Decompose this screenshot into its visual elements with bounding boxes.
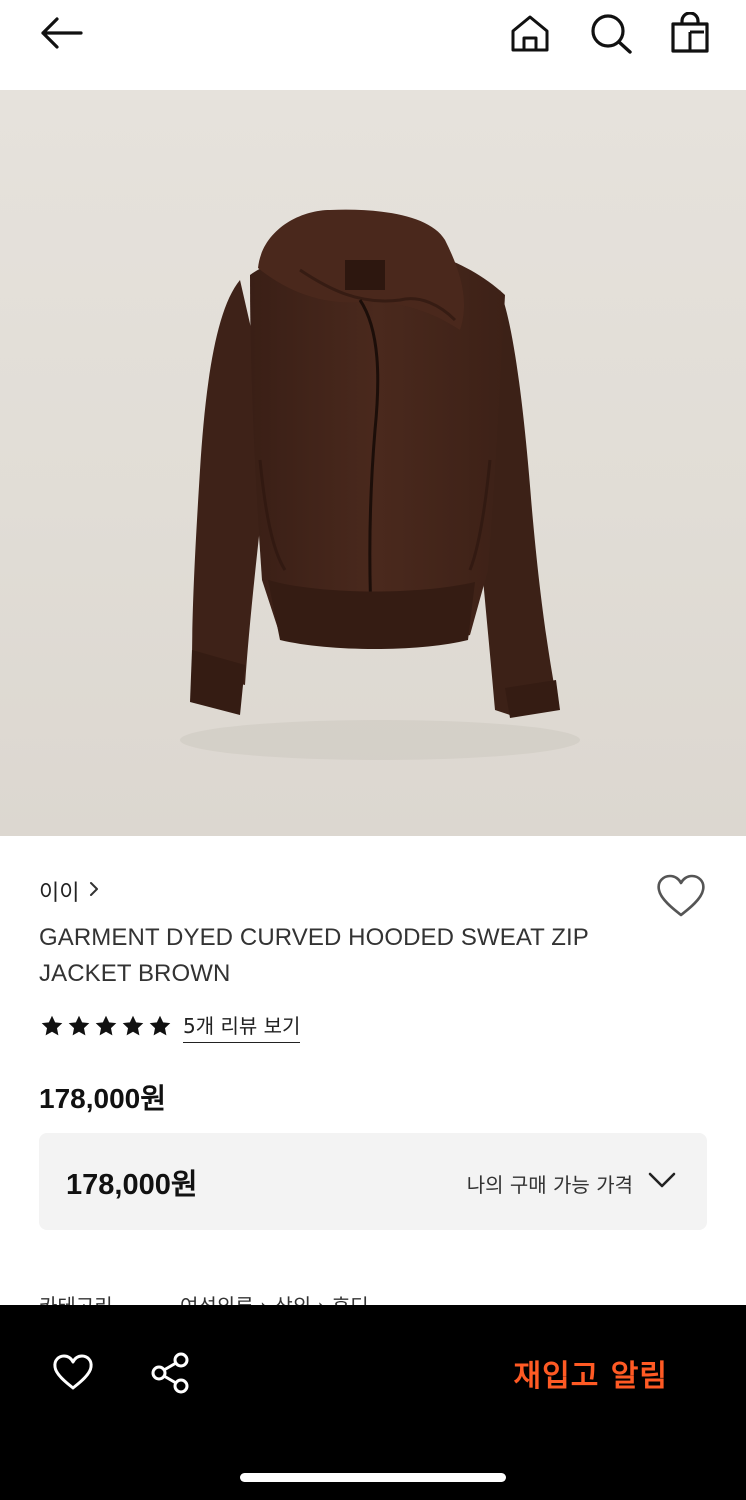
chevron-right-icon [87, 880, 101, 902]
product-title: GARMENT DYED CURVED HOODED SWEAT ZIP JAC… [39, 920, 639, 992]
shopping-bag-icon[interactable] [670, 12, 710, 54]
product-price: 178,000원 [39, 1083, 166, 1114]
my-price-dropdown[interactable]: 178,000원 나의 구매 가능 가격 [39, 1133, 707, 1230]
back-arrow-icon[interactable] [38, 15, 84, 51]
share-icon[interactable] [150, 1352, 192, 1394]
rating-row: 5개 리뷰 보기 [39, 1010, 301, 1043]
star-icon [68, 1015, 90, 1036]
star-icon [149, 1015, 171, 1036]
search-icon[interactable] [589, 12, 633, 54]
my-price-label: 나의 구매 가능 가격 [466, 1173, 633, 1197]
jacket-illustration [180, 209, 580, 760]
product-image[interactable] [0, 90, 746, 836]
brand-name: 이이 [39, 881, 80, 906]
star-rating [39, 1013, 173, 1039]
bottom-action-bar: 재입고 알림 [0, 1305, 746, 1500]
top-header [0, 0, 746, 90]
wishlist-heart-icon[interactable] [655, 873, 707, 919]
chevron-down-icon [647, 1170, 677, 1194]
star-icon [122, 1015, 144, 1036]
product-title-line-2: JACKET BROWN [39, 960, 231, 987]
restock-alert-button[interactable]: 재입고 알림 [514, 1351, 668, 1395]
my-price-value: 178,000원 [66, 1169, 198, 1201]
wishlist-heart-icon[interactable] [52, 1353, 94, 1391]
product-title-line-1: GARMENT DYED CURVED HOODED SWEAT ZIP [39, 924, 589, 951]
home-indicator[interactable] [240, 1473, 506, 1482]
brand-link[interactable]: 이이 [39, 876, 101, 906]
star-icon [41, 1015, 63, 1036]
home-icon[interactable] [509, 13, 551, 53]
review-link[interactable]: 5개 리뷰 보기 [183, 1010, 301, 1043]
star-icon [95, 1015, 117, 1036]
